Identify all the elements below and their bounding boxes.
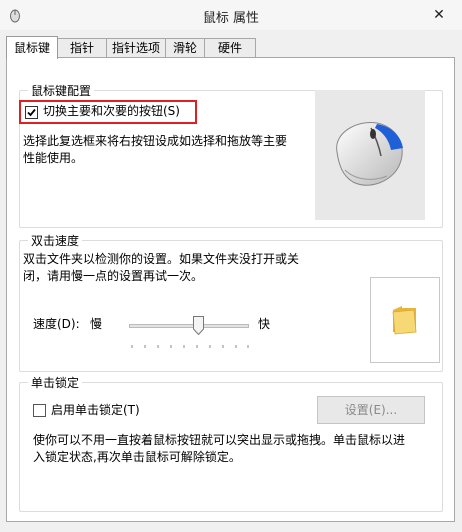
window-title: 鼠标 属性 xyxy=(202,11,260,26)
fast-label: 快 xyxy=(258,317,271,331)
click-lock-settings-button[interactable]: 设置(E)... xyxy=(317,396,425,424)
double-click-label: 双击速度 xyxy=(28,232,83,249)
double-click-description-line2: 闭，请用慢一点的设置再试一次。 xyxy=(23,269,204,283)
double-click-description-line1: 双击文件夹以检测你的设置。如果文件夹没打开或关 xyxy=(23,252,300,266)
click-lock-description-line1: 使你可以不用一直按着鼠标按钮就可以突出显示或拖拽。单击鼠标以进 xyxy=(33,433,406,447)
button-config-label: 鼠标键配置 xyxy=(28,82,95,99)
click-lock-label: 单击锁定 xyxy=(28,374,83,391)
speed-label: 速度(D): xyxy=(33,317,80,331)
tab-wheel[interactable]: 滑轮 xyxy=(165,38,205,57)
switch-buttons-checkbox[interactable] xyxy=(25,106,38,119)
tab-buttons[interactable]: 鼠标键 xyxy=(6,36,58,59)
tab-pointer-options[interactable]: 指针选项 xyxy=(106,38,166,57)
folder-icon[interactable] xyxy=(390,304,420,339)
mouse-illustration xyxy=(315,90,425,220)
button-config-description-line2: 性能使用。 xyxy=(23,151,84,165)
test-folder-area[interactable] xyxy=(370,277,440,363)
speed-slider-ticks xyxy=(131,338,249,348)
title-bar: 鼠标 属性 ✕ xyxy=(0,0,462,30)
tab-panel: 鼠标键配置 切换主要和次要的按钮(S) 选择此复选框来将右按钮设成如选择和拖放等… xyxy=(6,57,455,522)
tab-pointers[interactable]: 指针 xyxy=(57,38,107,57)
speed-slider-thumb[interactable] xyxy=(193,316,204,336)
speed-slider-track[interactable] xyxy=(129,324,249,328)
click-lock-checkbox[interactable] xyxy=(33,404,46,417)
click-lock-description-line2: 入锁定状态,再次单击鼠标可解除锁定。 xyxy=(33,450,241,464)
switch-buttons-label[interactable]: 切换主要和次要的按钮(S) xyxy=(43,103,180,120)
tab-hardware[interactable]: 硬件 xyxy=(204,38,256,57)
close-button[interactable]: ✕ xyxy=(416,0,462,30)
slow-label: 慢 xyxy=(90,317,103,331)
click-lock-checkbox-label[interactable]: 启用单击锁定(T) xyxy=(51,402,140,419)
button-config-description-line1: 选择此复选框来将右按钮设成如选择和拖放等主要 xyxy=(23,134,288,148)
